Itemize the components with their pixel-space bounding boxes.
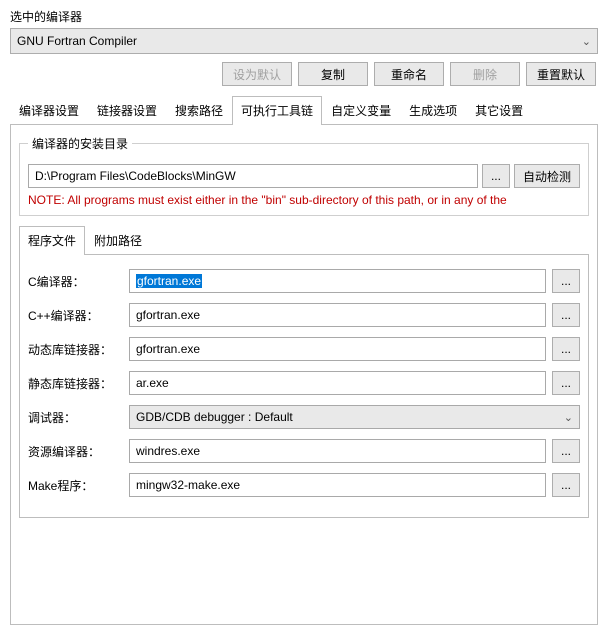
res-compiler-label: 资源编译器： [28,443,123,460]
c-compiler-value: gfortran.exe [136,274,202,288]
copy-button[interactable]: 复制 [298,62,368,86]
c-compiler-label: C编译器： [28,273,123,290]
autodetect-button[interactable]: 自动检测 [514,164,580,188]
res-compiler-input[interactable]: windres.exe [129,439,546,463]
chevron-down-icon: ⌄ [582,35,591,48]
section-label: 选中的编译器 [10,8,598,25]
rename-button[interactable]: 重命名 [374,62,444,86]
static-linker-browse-button[interactable]: ... [552,371,580,395]
sub-tab-body: C编译器： gfortran.exe ... C++编译器： gfortran.… [19,255,589,518]
subtab-additional-paths[interactable]: 附加路径 [85,226,151,255]
install-dir-legend: 编译器的安装目录 [28,135,132,152]
make-browse-button[interactable]: ... [552,473,580,497]
res-compiler-browse-button[interactable]: ... [552,439,580,463]
static-linker-label: 静态库链接器： [28,375,123,392]
sub-tabstrip: 程序文件 附加路径 [19,226,589,255]
compiler-select-value: GNU Fortran Compiler [17,34,137,48]
tab-search-paths[interactable]: 搜索路径 [166,96,232,125]
make-input[interactable]: mingw32-make.exe [129,473,546,497]
cpp-compiler-input[interactable]: gfortran.exe [129,303,546,327]
c-compiler-browse-button[interactable]: ... [552,269,580,293]
debugger-label: 调试器： [28,409,123,426]
tab-other-settings[interactable]: 其它设置 [466,96,532,125]
main-tabstrip: 编译器设置 链接器设置 搜索路径 可执行工具链 自定义变量 生成选项 其它设置 [10,96,598,125]
subtab-program-files[interactable]: 程序文件 [19,226,85,255]
debugger-value: GDB/CDB debugger : Default [136,410,293,424]
compiler-select[interactable]: GNU Fortran Compiler ⌄ [10,28,598,54]
c-compiler-input[interactable]: gfortran.exe [129,269,546,293]
delete-button[interactable]: 删除 [450,62,520,86]
tab-linker-settings[interactable]: 链接器设置 [88,96,166,125]
dyn-linker-browse-button[interactable]: ... [552,337,580,361]
make-label: Make程序： [28,477,123,494]
main-tab-body: 编译器的安装目录 D:\Program Files\CodeBlocks\Min… [10,125,598,625]
top-button-row: 设为默认 复制 重命名 删除 重置默认 [10,62,598,86]
reset-defaults-button[interactable]: 重置默认 [526,62,596,86]
dyn-linker-input[interactable]: gfortran.exe [129,337,546,361]
debugger-select[interactable]: GDB/CDB debugger : Default ⌄ [129,405,580,429]
tab-compiler-settings[interactable]: 编译器设置 [10,96,88,125]
install-dir-group: 编译器的安装目录 D:\Program Files\CodeBlocks\Min… [19,135,589,216]
tab-toolchain-executables[interactable]: 可执行工具链 [232,96,322,125]
install-dir-input[interactable]: D:\Program Files\CodeBlocks\MinGW [28,164,478,188]
install-dir-browse-button[interactable]: ... [482,164,510,188]
cpp-compiler-browse-button[interactable]: ... [552,303,580,327]
install-dir-note: NOTE: All programs must exist either in … [28,193,580,207]
tab-build-options[interactable]: 生成选项 [400,96,466,125]
set-default-button[interactable]: 设为默认 [222,62,292,86]
chevron-down-icon: ⌄ [564,411,573,424]
cpp-compiler-label: C++编译器： [28,307,123,324]
static-linker-input[interactable]: ar.exe [129,371,546,395]
dyn-linker-label: 动态库链接器： [28,341,123,358]
tab-custom-vars[interactable]: 自定义变量 [322,96,400,125]
